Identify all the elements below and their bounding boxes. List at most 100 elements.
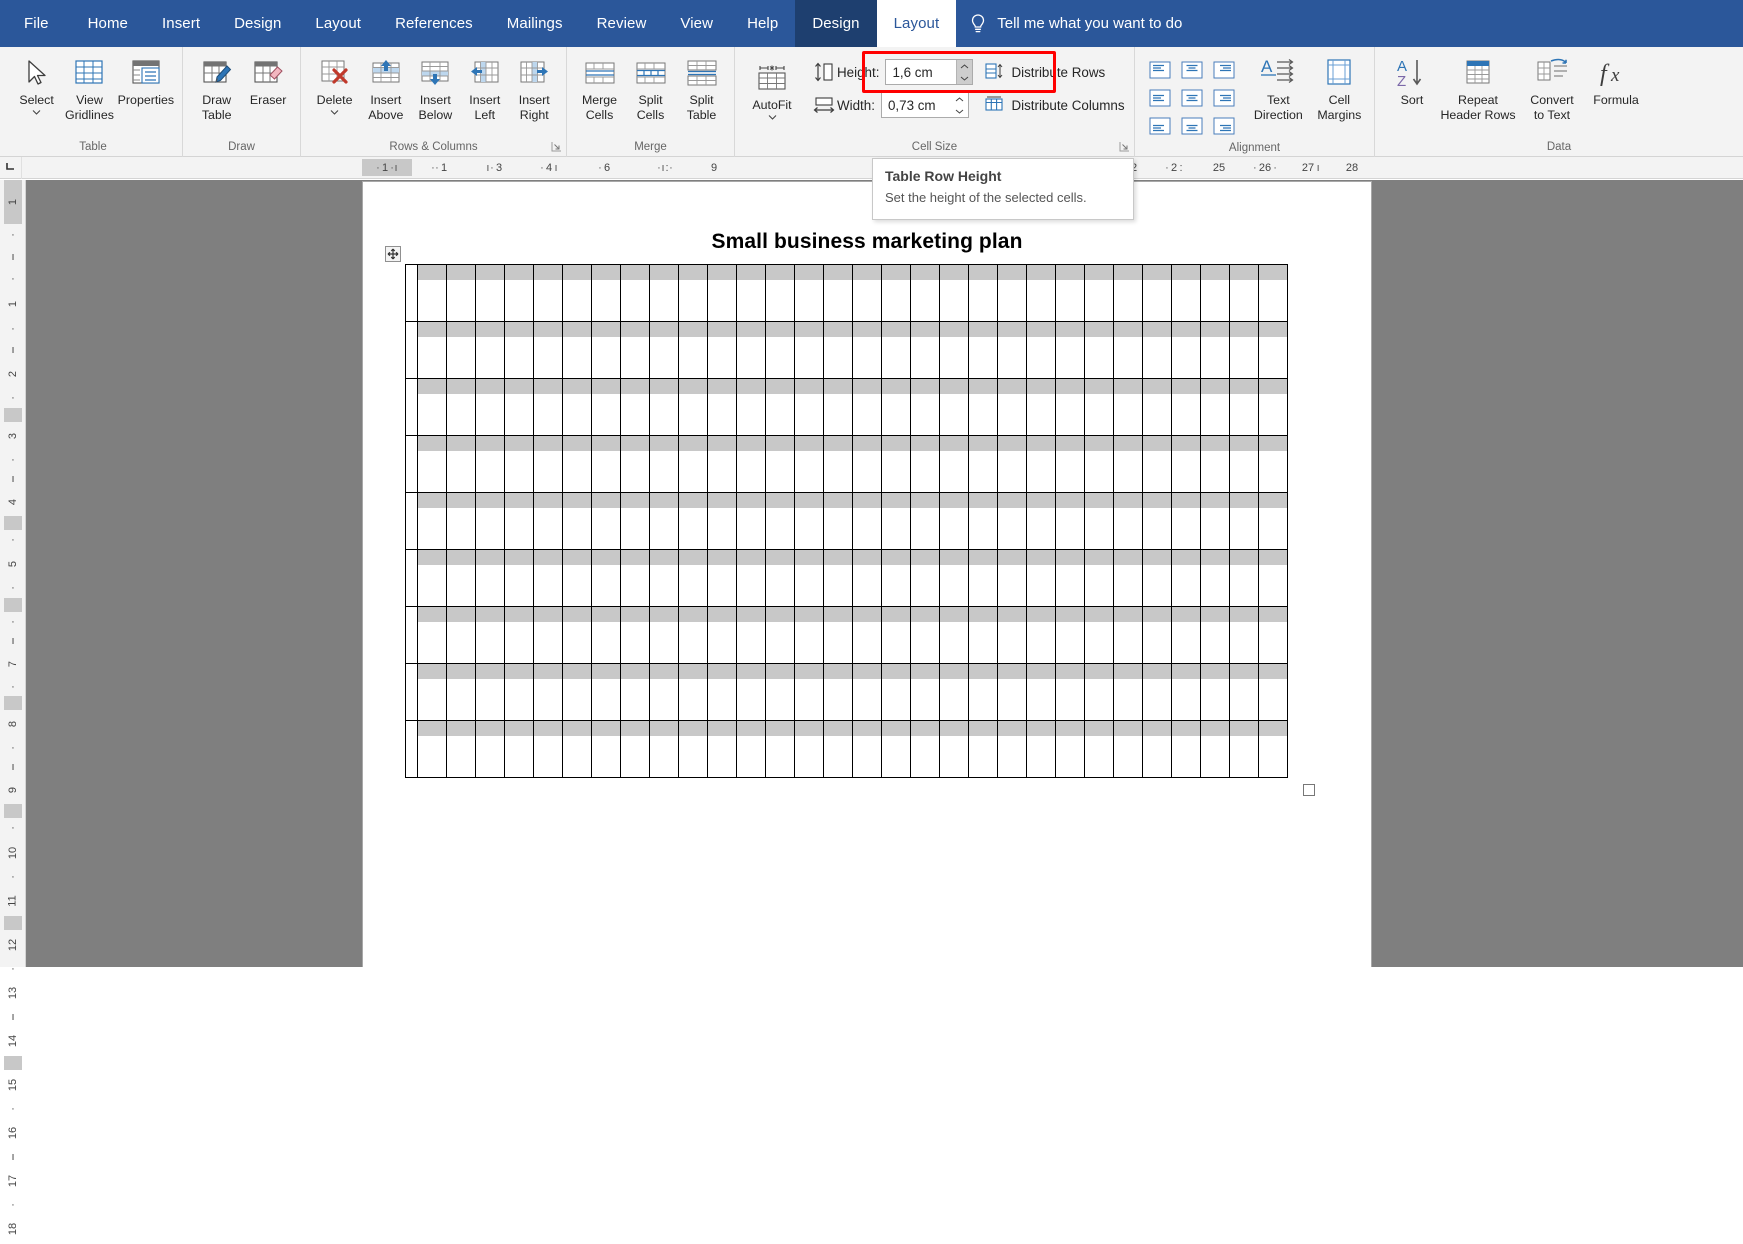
table-cell[interactable] [765, 435, 795, 493]
table-cell[interactable] [475, 492, 505, 550]
table-cell[interactable] [504, 720, 534, 778]
table-cell[interactable] [707, 606, 737, 664]
table-cell[interactable] [852, 720, 882, 778]
table-cell[interactable] [562, 663, 592, 721]
table-cell[interactable] [475, 549, 505, 607]
table-row[interactable] [405, 435, 1288, 493]
table-cell[interactable] [881, 720, 911, 778]
table-row[interactable] [405, 663, 1288, 721]
table-cell[interactable] [620, 378, 650, 436]
row-height-input[interactable] [886, 60, 956, 84]
table-cell[interactable] [765, 492, 795, 550]
table-cell[interactable] [1113, 378, 1143, 436]
tab-layout[interactable]: Layout [298, 0, 378, 47]
table-cell[interactable] [736, 606, 766, 664]
table-cell[interactable] [533, 378, 563, 436]
table-cell[interactable] [591, 492, 621, 550]
table-cell[interactable] [910, 663, 940, 721]
table-cell[interactable] [504, 321, 534, 379]
table-cell[interactable] [736, 321, 766, 379]
table-cell[interactable] [1171, 549, 1201, 607]
autofit-button[interactable]: AutoFit [743, 53, 801, 120]
table-cell[interactable] [765, 321, 795, 379]
split-table-button[interactable]: Split Table [676, 53, 727, 122]
table-cell[interactable] [707, 663, 737, 721]
table-cell[interactable] [1258, 606, 1288, 664]
tab-table-design[interactable]: Design [795, 0, 877, 47]
table-cell[interactable] [794, 720, 824, 778]
table-cell[interactable] [1026, 549, 1056, 607]
table-cell[interactable] [1171, 663, 1201, 721]
table-cell[interactable] [591, 606, 621, 664]
table-cell[interactable] [707, 720, 737, 778]
column-width-spinner[interactable] [880, 92, 969, 118]
table-cell[interactable] [678, 492, 708, 550]
split-cells-button[interactable]: Split Cells [625, 53, 676, 122]
table-cell[interactable] [562, 549, 592, 607]
table-cell[interactable] [1229, 264, 1259, 322]
table-cell[interactable] [446, 720, 476, 778]
table-cell[interactable] [649, 720, 679, 778]
table-cell[interactable] [1171, 264, 1201, 322]
sort-button[interactable]: AZ Sort [1385, 53, 1439, 108]
table-cell[interactable] [1200, 606, 1230, 664]
table-cell[interactable] [504, 663, 534, 721]
table-cell[interactable] [939, 720, 969, 778]
table-cell[interactable] [417, 663, 447, 721]
table-cell[interactable] [504, 492, 534, 550]
table-cell[interactable] [939, 663, 969, 721]
spinner-up-icon[interactable] [951, 93, 968, 105]
table-cell[interactable] [997, 321, 1027, 379]
table-cell[interactable] [405, 606, 418, 664]
table-cell[interactable] [823, 264, 853, 322]
document-table[interactable] [405, 264, 1288, 778]
spinner-up-icon[interactable] [957, 60, 973, 72]
table-cell[interactable] [1258, 720, 1288, 778]
table-cell[interactable] [1055, 264, 1085, 322]
table-cell[interactable] [475, 378, 505, 436]
document-scroll-region[interactable]: Small business marketing plan [27, 180, 1743, 967]
table-cell[interactable] [997, 720, 1027, 778]
tab-stop-selector[interactable] [0, 156, 22, 179]
tab-insert[interactable]: Insert [145, 0, 217, 47]
table-cell[interactable] [475, 321, 505, 379]
table-cell[interactable] [852, 663, 882, 721]
table-cell[interactable] [1258, 549, 1288, 607]
draw-table-button[interactable]: Draw Table [190, 53, 243, 122]
chevron-down-icon[interactable] [330, 109, 339, 115]
table-cell[interactable] [823, 492, 853, 550]
align-bottom-right-button[interactable] [1209, 113, 1239, 139]
table-cell[interactable] [1171, 720, 1201, 778]
table-cell[interactable] [620, 549, 650, 607]
column-width-input[interactable] [881, 93, 952, 117]
align-top-center-button[interactable] [1177, 57, 1207, 83]
tab-help[interactable]: Help [730, 0, 795, 47]
table-cell[interactable] [968, 435, 998, 493]
table-cell[interactable] [1113, 549, 1143, 607]
table-cell[interactable] [1229, 435, 1259, 493]
table-row[interactable] [405, 549, 1288, 607]
table-cell[interactable] [736, 663, 766, 721]
table-cell[interactable] [620, 264, 650, 322]
table-cell[interactable] [1142, 321, 1172, 379]
table-cell[interactable] [794, 663, 824, 721]
table-cell[interactable] [1142, 606, 1172, 664]
text-direction-button[interactable]: A Text Direction [1245, 53, 1312, 122]
document-page[interactable]: Small business marketing plan [363, 182, 1371, 967]
table-cell[interactable] [794, 264, 824, 322]
table-cell[interactable] [823, 606, 853, 664]
table-cell[interactable] [475, 435, 505, 493]
view-gridlines-button[interactable]: View Gridlines [62, 53, 117, 122]
table-cell[interactable] [1200, 378, 1230, 436]
table-cell[interactable] [736, 264, 766, 322]
table-cell[interactable] [910, 378, 940, 436]
table-cell[interactable] [1200, 549, 1230, 607]
table-cell[interactable] [533, 606, 563, 664]
table-cell[interactable] [910, 492, 940, 550]
table-cell[interactable] [910, 321, 940, 379]
table-cell[interactable] [736, 549, 766, 607]
table-cell[interactable] [1171, 606, 1201, 664]
table-cell[interactable] [678, 606, 708, 664]
table-cell[interactable] [1171, 435, 1201, 493]
table-cell[interactable] [765, 606, 795, 664]
